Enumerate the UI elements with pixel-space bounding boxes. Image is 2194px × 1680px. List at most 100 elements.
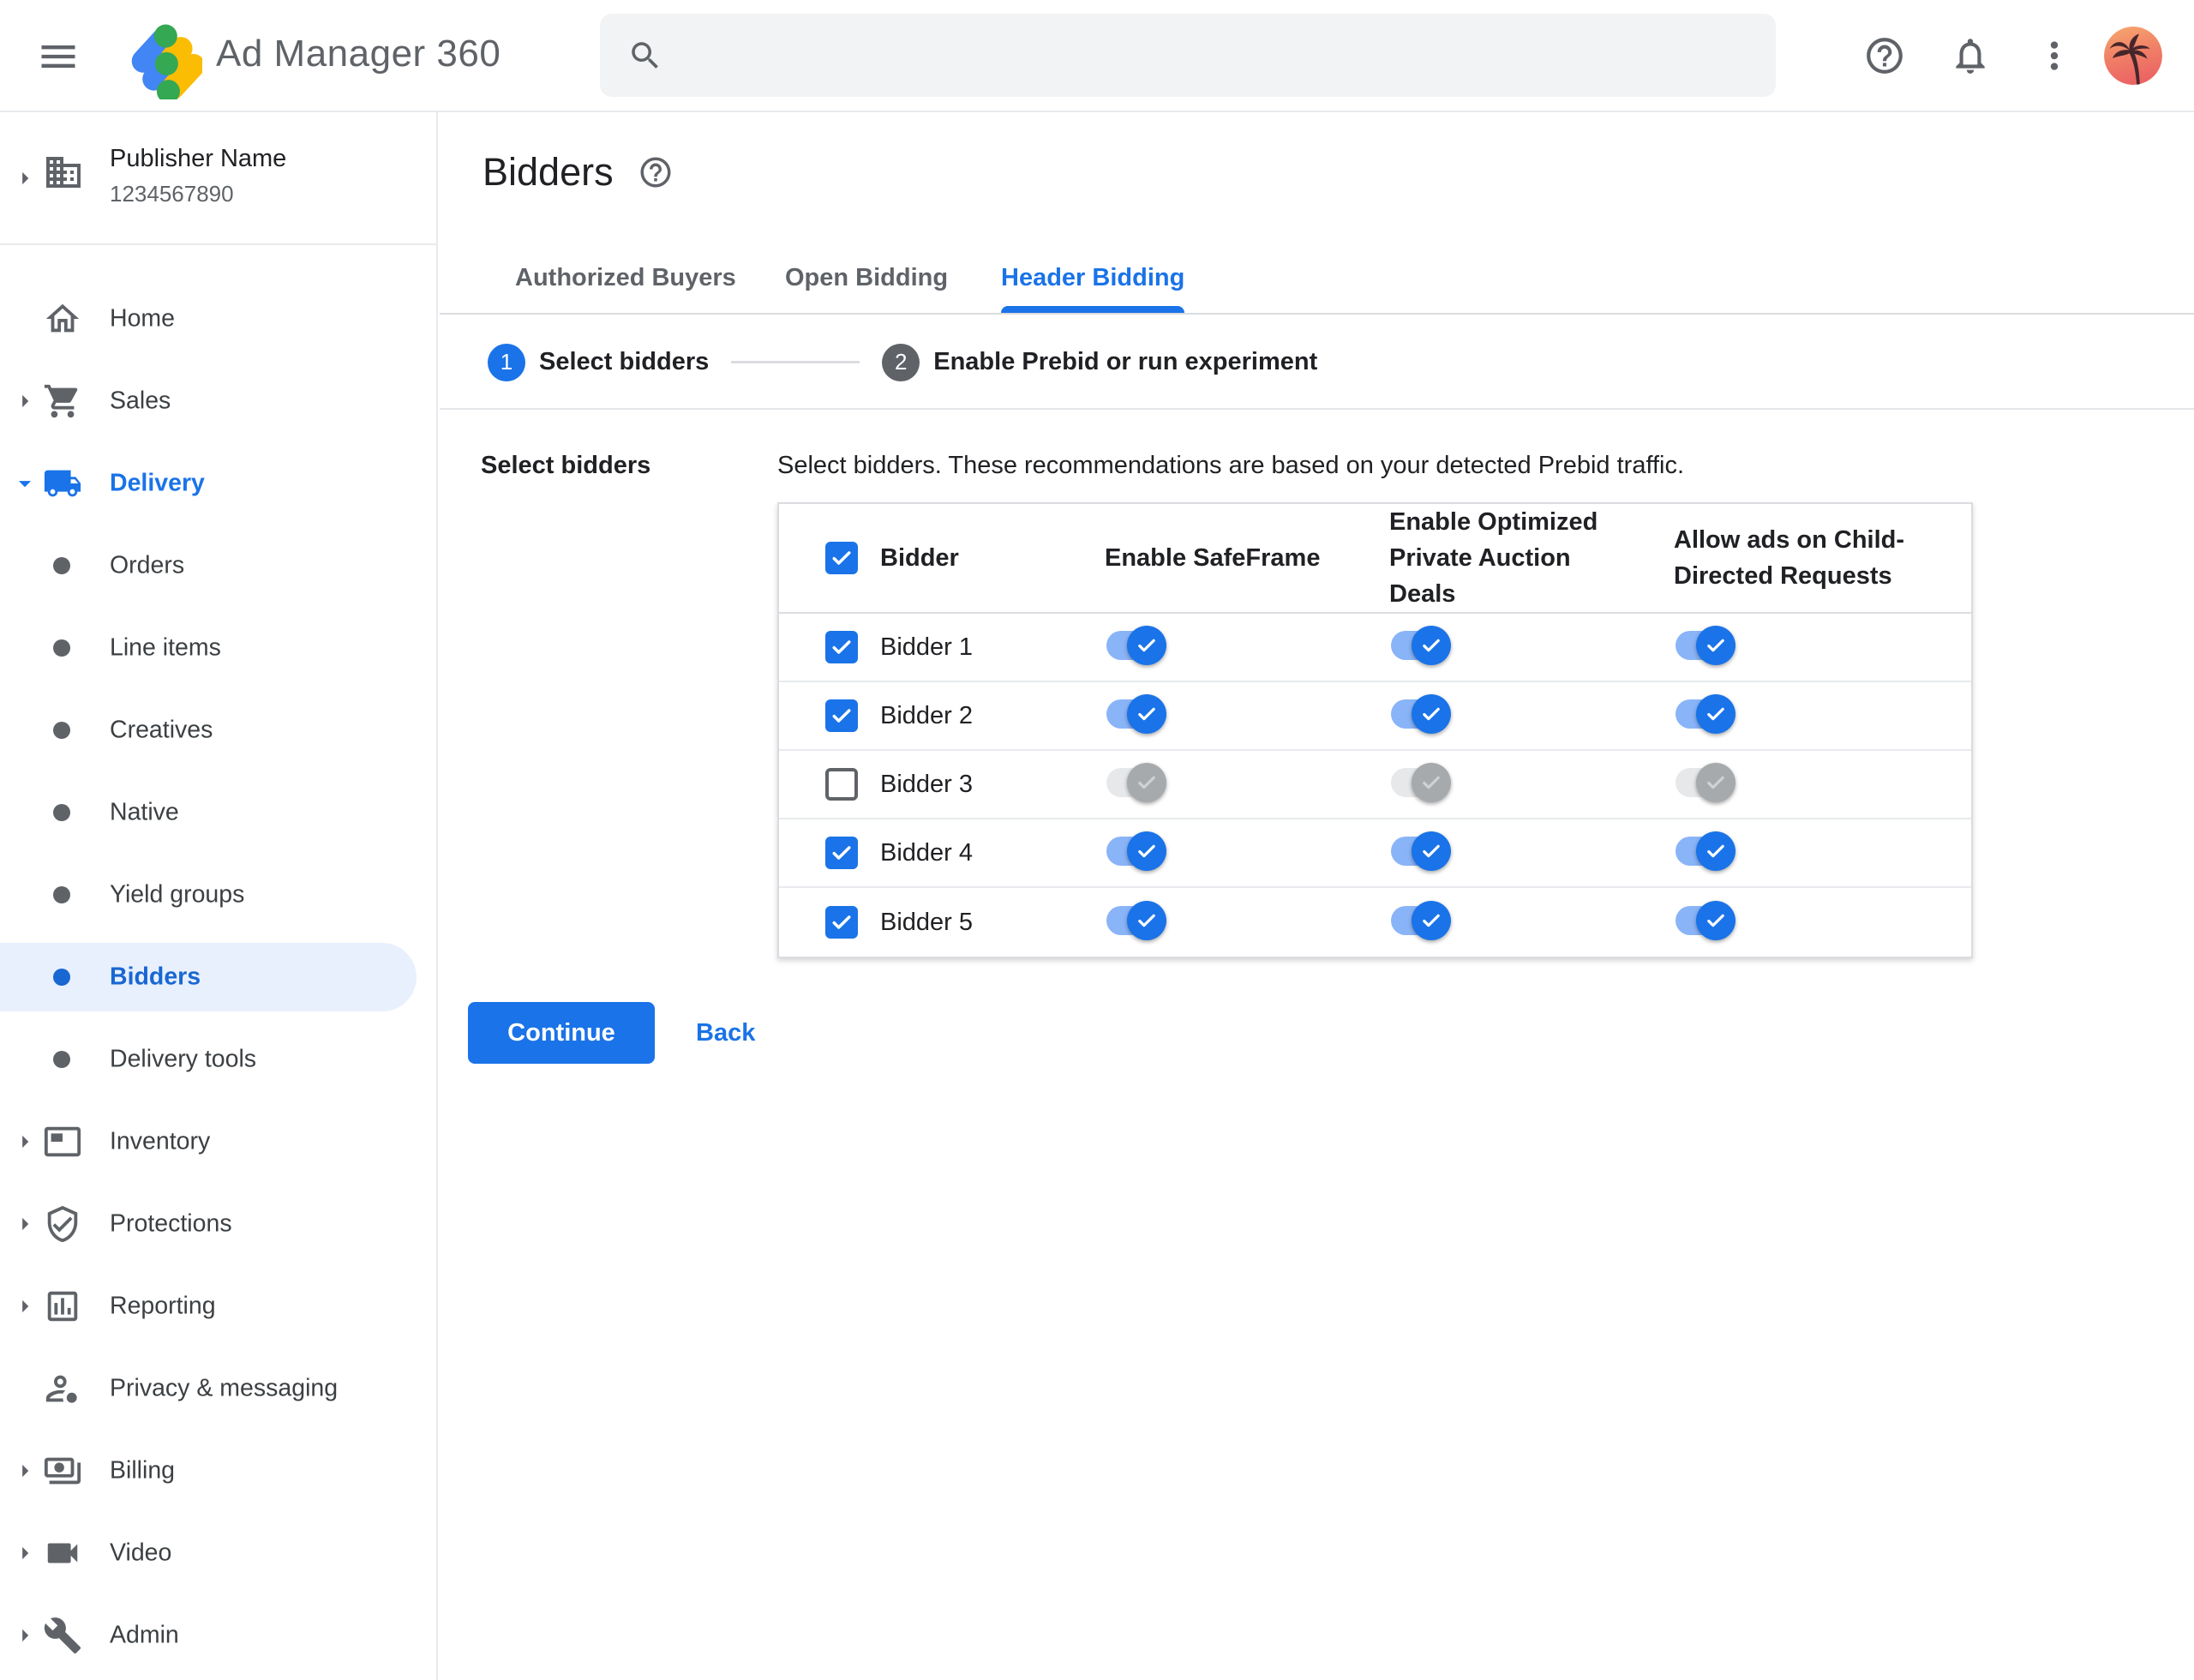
continue-button[interactable]: Continue (468, 1002, 655, 1064)
top-app-bar: Ad Manager 360 (0, 0, 2194, 112)
sidebar-item-admin[interactable]: Admin (0, 1594, 436, 1677)
bullet-icon (53, 969, 70, 986)
home-icon (43, 299, 82, 339)
truck-icon (43, 464, 82, 503)
tabs-bar: Authorized Buyers Open Bidding Header Bi… (440, 241, 2194, 315)
bidder-name: Bidder 3 (880, 770, 974, 798)
step-1-number: 1 (488, 343, 525, 381)
table-row: Bidder 3 (779, 751, 1971, 820)
row-checkbox[interactable] (825, 837, 858, 870)
safeframe-toggle[interactable] (1106, 693, 1166, 734)
step-1-select-bidders[interactable]: 1 Select bidders (488, 343, 709, 381)
wrench-icon (43, 1616, 82, 1655)
page-title: Bidders (483, 150, 614, 194)
bullet-icon (53, 557, 70, 574)
bullet-icon (53, 804, 70, 821)
page-help-icon[interactable] (638, 154, 674, 190)
user-avatar[interactable] (2104, 27, 2162, 85)
sidebar-nav: Publisher Name 1234567890 Home Sales Del… (0, 112, 438, 1680)
tab-authorized-buyers[interactable]: Authorized Buyers (515, 264, 736, 313)
bidders-table: Bidder Enable SafeFrame Enable Optimized… (777, 502, 1973, 959)
tab-open-bidding[interactable]: Open Bidding (785, 264, 948, 313)
global-search-bar[interactable] (600, 14, 1776, 97)
bullet-icon (53, 1051, 70, 1068)
child-directed-toggle[interactable] (1675, 625, 1735, 665)
sidebar-item-sales[interactable]: Sales (0, 360, 436, 442)
ad-manager-logo-icon[interactable] (117, 12, 206, 104)
sidebar-item-video[interactable]: Video (0, 1512, 436, 1594)
select-bidders-description: Select bidders. These recommendations ar… (777, 452, 1685, 479)
column-header-optimized-deals: Enable Optimized Private Auction Deals (1389, 508, 1598, 609)
child-directed-toggle[interactable] (1675, 762, 1735, 802)
child-directed-toggle[interactable] (1675, 831, 1735, 871)
notifications-bell-icon[interactable] (1949, 34, 1992, 77)
optimized-deals-toggle[interactable] (1391, 762, 1451, 802)
table-row: Bidder 5 (779, 888, 1971, 957)
wizard-stepper: 1 Select bidders 2 Enable Prebid or run … (440, 316, 2194, 410)
row-checkbox[interactable] (825, 631, 858, 664)
search-input[interactable] (684, 29, 1776, 81)
step-2-enable-prebid[interactable]: 2 Enable Prebid or run experiment (882, 343, 1317, 381)
sidebar-item-delivery-tools[interactable]: Delivery tools (0, 1018, 436, 1101)
safeframe-toggle[interactable] (1106, 625, 1166, 665)
chevron-right-icon (10, 1209, 39, 1239)
help-icon[interactable] (1863, 34, 1906, 77)
product-name: Ad Manager 360 (216, 33, 501, 75)
child-directed-toggle[interactable] (1675, 693, 1735, 734)
row-checkbox[interactable] (825, 768, 858, 801)
back-link[interactable]: Back (696, 1019, 755, 1047)
chevron-right-icon (10, 1456, 39, 1485)
page-header: Bidders (483, 150, 674, 195)
bullet-icon (53, 722, 70, 739)
sidebar-item-inventory[interactable]: Inventory (0, 1101, 436, 1183)
video-camera-icon (43, 1533, 82, 1573)
safeframe-toggle[interactable] (1106, 900, 1166, 940)
sidebar-item-bidders[interactable]: Bidders (0, 936, 436, 1018)
select-bidders-label: Select bidders (481, 452, 651, 479)
table-row: Bidder 2 (779, 682, 1971, 752)
shield-check-icon (43, 1204, 82, 1244)
bullet-icon (53, 886, 70, 903)
sidebar-item-protections[interactable]: Protections (0, 1183, 436, 1265)
row-checkbox[interactable] (825, 699, 858, 733)
sidebar-item-yield-groups[interactable]: Yield groups (0, 854, 436, 936)
sidebar-nav-list: Home Sales Delivery Orders Line items Cr… (0, 278, 436, 1677)
chevron-right-icon (10, 1127, 39, 1156)
publisher-name: Publisher Name (110, 145, 287, 172)
row-checkbox[interactable] (825, 906, 858, 939)
banknote-icon (43, 1451, 82, 1491)
optimized-deals-toggle[interactable] (1391, 693, 1451, 734)
publisher-account-switcher[interactable]: Publisher Name 1234567890 (0, 112, 436, 245)
column-header-bidder: Bidder (880, 543, 959, 572)
sidebar-item-orders[interactable]: Orders (0, 525, 436, 607)
sidebar-item-home[interactable]: Home (0, 278, 436, 360)
optimized-deals-toggle[interactable] (1391, 831, 1451, 871)
optimized-deals-toggle[interactable] (1391, 900, 1451, 940)
optimized-deals-toggle[interactable] (1391, 625, 1451, 665)
safeframe-toggle[interactable] (1106, 831, 1166, 871)
sidebar-item-line-items[interactable]: Line items (0, 607, 436, 689)
child-directed-toggle[interactable] (1675, 900, 1735, 940)
sidebar-item-billing[interactable]: Billing (0, 1430, 436, 1512)
chevron-right-icon (10, 1621, 39, 1650)
more-options-icon[interactable] (2033, 34, 2076, 77)
sidebar-item-creatives[interactable]: Creatives (0, 689, 436, 771)
sidebar-item-delivery[interactable]: Delivery (0, 442, 436, 525)
select-all-checkbox[interactable] (825, 542, 858, 575)
sidebar-item-native[interactable]: Native (0, 771, 436, 854)
sidebar-item-reporting[interactable]: Reporting (0, 1265, 436, 1347)
column-header-child-directed: Allow ads on Child-Directed Requests (1674, 526, 1905, 591)
bidder-name: Bidder 1 (880, 633, 974, 661)
bidder-name: Bidder 5 (880, 908, 974, 936)
step-connector-line (731, 361, 860, 363)
column-header-safeframe: Enable SafeFrame (1105, 544, 1321, 573)
ad-manager-app: Ad Manager 360 Publisher Name 1234567890… (0, 0, 2194, 1680)
tab-header-bidding[interactable]: Header Bidding (1001, 264, 1185, 313)
publisher-id: 1234567890 (110, 181, 234, 207)
cart-icon (43, 381, 82, 421)
safeframe-toggle[interactable] (1106, 762, 1166, 802)
sidebar-item-privacy-messaging[interactable]: Privacy & messaging (0, 1347, 436, 1430)
search-icon (632, 41, 658, 69)
main-content: Bidders Authorized Buyers Open Bidding H… (440, 112, 2194, 1680)
hamburger-menu-icon[interactable] (36, 34, 81, 79)
